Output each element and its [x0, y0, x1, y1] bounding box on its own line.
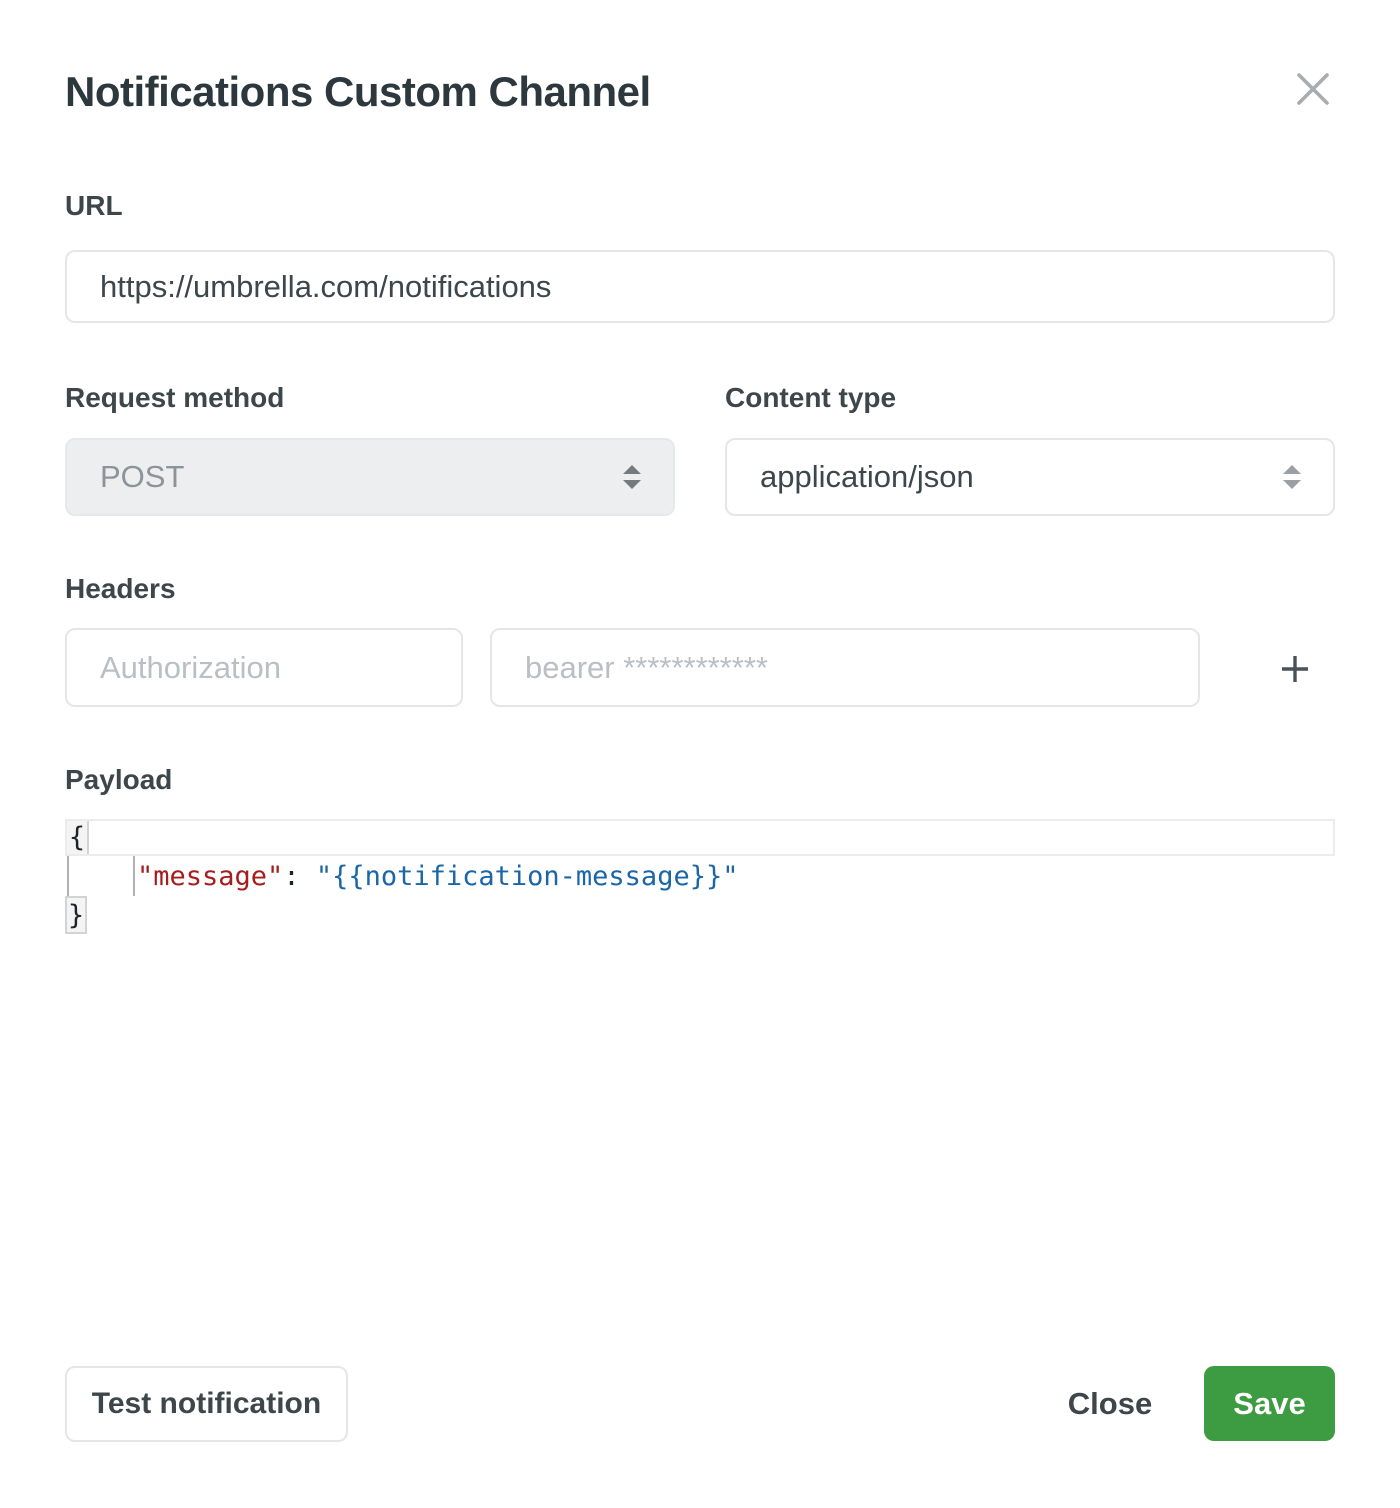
json-key: "message" [137, 861, 283, 892]
plus-icon [1280, 654, 1310, 684]
select-arrows-icon [1281, 462, 1303, 492]
select-arrows-icon [621, 462, 643, 492]
json-separator: : [283, 861, 316, 892]
header-name-input[interactable] [65, 628, 463, 707]
payload-code-editor[interactable]: { "message": "{{notification-message}}" … [65, 819, 1335, 934]
close-icon [1294, 70, 1332, 108]
open-brace: { [67, 821, 89, 854]
request-method-select[interactable]: POST [65, 438, 675, 516]
dialog-title: Notifications Custom Channel [65, 68, 651, 116]
request-method-value: POST [100, 459, 621, 495]
url-label: URL [65, 190, 123, 222]
headers-label: Headers [65, 573, 176, 605]
code-text: "message": "{{notification-message}}" [65, 861, 738, 892]
close-brace: } [65, 896, 87, 934]
url-input[interactable] [65, 250, 1335, 323]
content-type-select[interactable]: application/json [725, 438, 1335, 516]
code-line-2: "message": "{{notification-message}}" [65, 856, 1335, 896]
close-dialog-button[interactable]: Close [1040, 1366, 1180, 1442]
indent-guide [67, 856, 69, 896]
json-value: "{{notification-message}}" [316, 861, 739, 892]
request-method-label: Request method [65, 382, 284, 414]
code-line-3: } [65, 896, 1335, 934]
text-cursor [133, 856, 135, 896]
close-button[interactable] [1290, 66, 1336, 112]
save-button[interactable]: Save [1204, 1366, 1335, 1441]
notifications-custom-channel-dialog: Notifications Custom Channel URL Request… [0, 0, 1400, 1508]
payload-label: Payload [65, 764, 172, 796]
add-header-button[interactable] [1266, 640, 1324, 698]
content-type-label: Content type [725, 382, 896, 414]
code-line-1: { [65, 819, 1335, 856]
test-notification-button[interactable]: Test notification [65, 1366, 348, 1442]
content-type-value: application/json [760, 459, 1281, 495]
header-value-input[interactable] [490, 628, 1200, 707]
